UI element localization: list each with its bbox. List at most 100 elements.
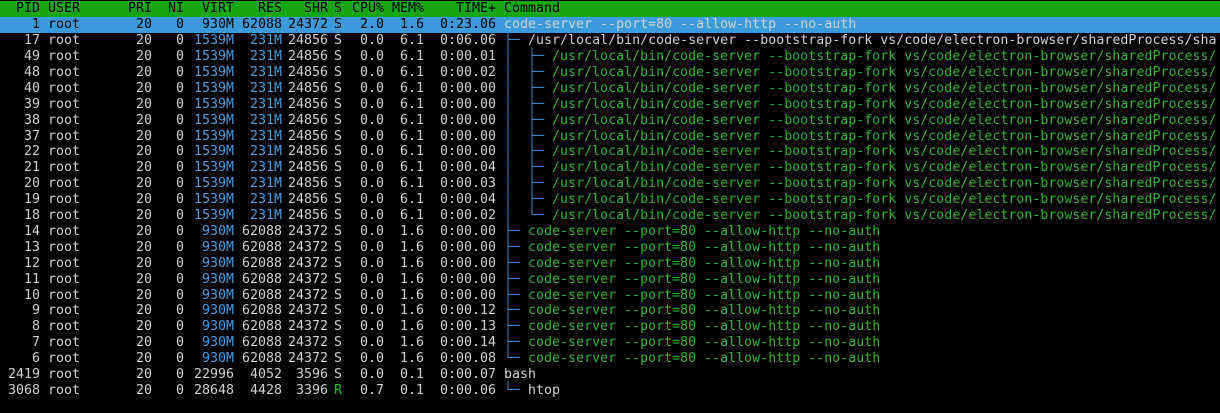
header-mem[interactable]: MEM%	[388, 1, 424, 17]
process-row[interactable]: 20 root 20 0 1539M 231M 24856 S 0.0 6.1 0:00.03 │ ├…	[0, 176, 1220, 192]
time-cell: 0:00.01	[439, 49, 496, 64]
virt-cell: 930M	[201, 319, 234, 335]
header-state[interactable]: S	[334, 1, 346, 17]
process-row[interactable]: 14 root 20 0 930M 62088 24372 S 0.0 1.6 0:00.00 ├─ …	[0, 224, 1220, 240]
res-cell: 62088	[241, 17, 282, 33]
process-row[interactable]: 13 root 20 0 930M 62088 24372 S 0.0 1.6 0:00.00 ├─ …	[0, 240, 1220, 256]
process-row[interactable]: 19 root 20 0 1539M 231M 24856 S 0.0 6.1 0:00.04 │ ├…	[0, 192, 1220, 208]
user-cell: root	[48, 112, 81, 128]
state-cell: S	[334, 208, 343, 223]
header-ni[interactable]: NI	[152, 1, 184, 17]
shr-cell: 24372	[287, 17, 328, 33]
header-shr[interactable]: SHR	[286, 1, 328, 17]
command-cell: ├─ /usr/local/bin/code-server --bootstra…	[504, 33, 1217, 49]
command-text: /usr/local/bin/code-server --bootstrap-f…	[528, 33, 1217, 49]
process-row[interactable]: 10 root 20 0 930M 62088 24372 S 0.0 1.6 0:00.00 ├─ …	[0, 288, 1220, 304]
command-cell: │ ├─ /usr/local/bin/code-server --bootst…	[504, 160, 1217, 176]
command-cell: │ ├─ /usr/local/bin/code-server --bootst…	[504, 65, 1217, 81]
user-cell: root	[48, 367, 81, 382]
nice-cell: 0	[175, 367, 184, 382]
pid-cell: 20	[23, 176, 40, 192]
virt-cell: 1539M	[193, 208, 234, 223]
process-row[interactable]: 48 root 20 0 1539M 231M 24856 S 0.0 6.1 0:00.02 │ ├…	[0, 65, 1220, 81]
time-cell: 0:06.06	[439, 33, 496, 49]
res-cell: 231M	[249, 112, 282, 128]
process-row[interactable]: 49 root 20 0 1539M 231M 24856 S 0.0 6.1 0:00.01 │ ├…	[0, 49, 1220, 65]
command-text: code-server --port=80 --allow-http --no-…	[528, 239, 881, 255]
process-row[interactable]: 2419 root 20 0 22996 4052 3596 S 0.0 0.1 0:00.07 ba…	[0, 367, 1220, 383]
priority-cell: 20	[135, 223, 152, 239]
header-cpu[interactable]: CPU%	[346, 1, 384, 17]
header-command[interactable]: Command	[504, 1, 560, 17]
mem-cell: 6.1	[399, 64, 424, 80]
process-row[interactable]: 11 root 20 0 930M 62088 24372 S 0.0 1.6 0:00.00 ├─ …	[0, 272, 1220, 288]
process-row[interactable]: 38 root 20 0 1539M 231M 24856 S 0.0 6.1 0:00.00 │ ├…	[0, 113, 1220, 129]
priority-cell: 20	[135, 80, 152, 96]
shr-cell: 24856	[287, 160, 328, 176]
virt-cell: 930M	[201, 351, 234, 367]
pid-cell: 10	[23, 287, 40, 303]
mem-cell: 1.6	[399, 303, 424, 319]
cpu-cell: 0.0	[359, 319, 384, 335]
mem-cell: 6.1	[399, 49, 424, 64]
command-cell: code-server --port=80 --allow-http --no-…	[504, 17, 856, 33]
user-cell: root	[48, 255, 81, 271]
tree-branch: │ ├─	[504, 112, 553, 128]
time-cell: 0:00.13	[439, 319, 496, 335]
res-cell: 62088	[241, 287, 282, 303]
nice-cell: 0	[175, 239, 184, 255]
process-row[interactable]: 12 root 20 0 930M 62088 24372 S 0.0 1.6 0:00.00 ├─ …	[0, 256, 1220, 272]
tree-branch: │ ├─	[504, 192, 553, 208]
shr-cell: 24856	[287, 64, 328, 80]
header-pid[interactable]: PID	[0, 1, 40, 17]
header-res[interactable]: RES	[238, 1, 282, 17]
shr-cell: 24856	[287, 80, 328, 96]
process-row[interactable]: 40 root 20 0 1539M 231M 24856 S 0.0 6.1 0:00.00 │ ├…	[0, 81, 1220, 97]
res-cell: 62088	[241, 271, 282, 287]
process-row[interactable]: 22 root 20 0 1539M 231M 24856 S 0.0 6.1 0:00.00 │ ├…	[0, 144, 1220, 160]
process-row[interactable]: 8 root 20 0 930M 62088 24372 S 0.0 1.6 0:00.13 ├─ c…	[0, 319, 1220, 335]
state-cell: S	[334, 192, 343, 208]
command-text: /usr/local/bin/code-server --bootstrap-f…	[552, 64, 1217, 80]
virt-cell: 930M	[201, 17, 234, 33]
process-row[interactable]: 3068 root 20 0 28648 4428 3396 R 0.7 0.1 0:00.06 └─…	[0, 383, 1220, 399]
command-cell: │ ├─ /usr/local/bin/code-server --bootst…	[504, 144, 1217, 160]
process-row[interactable]: 9 root 20 0 930M 62088 24372 S 0.0 1.6 0:00.12 ├─ c…	[0, 303, 1220, 319]
command-text: code-server --port=80 --allow-http --no-…	[528, 271, 881, 287]
cpu-cell: 0.0	[359, 351, 384, 367]
header-time[interactable]: TIME+	[428, 1, 496, 17]
shr-cell: 24856	[287, 49, 328, 64]
state-cell: S	[334, 112, 343, 128]
command-cell: ├─ code-server --port=80 --allow-http --…	[504, 288, 880, 304]
command-cell: │ ├─ /usr/local/bin/code-server --bootst…	[504, 97, 1217, 113]
header-pri[interactable]: PRI	[112, 1, 152, 17]
tree-branch: │ └─	[504, 208, 553, 223]
process-row[interactable]: 39 root 20 0 1539M 231M 24856 S 0.0 6.1 0:00.00 │ ├…	[0, 97, 1220, 113]
command-cell: │ ├─ /usr/local/bin/code-server --bootst…	[504, 113, 1217, 129]
process-row[interactable]: 7 root 20 0 930M 62088 24372 S 0.0 1.6 0:00.14 ├─ c…	[0, 335, 1220, 351]
process-row[interactable]: 37 root 20 0 1539M 231M 24856 S 0.0 6.1 0:00.00 │ ├…	[0, 129, 1220, 145]
process-row[interactable]: 6 root 20 0 930M 62088 24372 S 0.0 1.6 0:00.08 └─ c…	[0, 351, 1220, 367]
mem-cell: 1.6	[399, 223, 424, 239]
header-user[interactable]: USER	[48, 1, 108, 17]
res-cell: 231M	[249, 80, 282, 96]
virt-cell: 1539M	[193, 144, 234, 160]
command-text: code-server --port=80 --allow-http --no-…	[504, 17, 857, 33]
pid-cell: 7	[31, 335, 40, 351]
res-cell: 231M	[249, 208, 282, 223]
process-row[interactable]: 1 root 20 0 930M 62088 24372 S 2.0 1.6 0:23.06 code…	[0, 17, 1220, 34]
command-text: code-server --port=80 --allow-http --no-…	[528, 335, 881, 351]
tree-branch: ├─	[504, 271, 529, 287]
cpu-cell: 0.0	[359, 33, 384, 49]
res-cell: 231M	[249, 96, 282, 112]
shr-cell: 24372	[287, 255, 328, 271]
process-row[interactable]: 17 root 20 0 1539M 231M 24856 S 0.0 6.1 0:06.06 ├─ …	[0, 33, 1220, 49]
state-cell: R	[334, 382, 343, 398]
process-row[interactable]: 21 root 20 0 1539M 231M 24856 S 0.0 6.1 0:00.04 │ ├…	[0, 160, 1220, 176]
shr-cell: 24372	[287, 351, 328, 367]
header-virt[interactable]: VIRT	[188, 1, 234, 17]
mem-cell: 1.6	[399, 287, 424, 303]
process-row[interactable]: 18 root 20 0 1539M 231M 24856 S 0.0 6.1 0:00.02 │ └…	[0, 208, 1220, 224]
state-cell: S	[334, 64, 343, 80]
shr-cell: 24856	[287, 33, 328, 49]
